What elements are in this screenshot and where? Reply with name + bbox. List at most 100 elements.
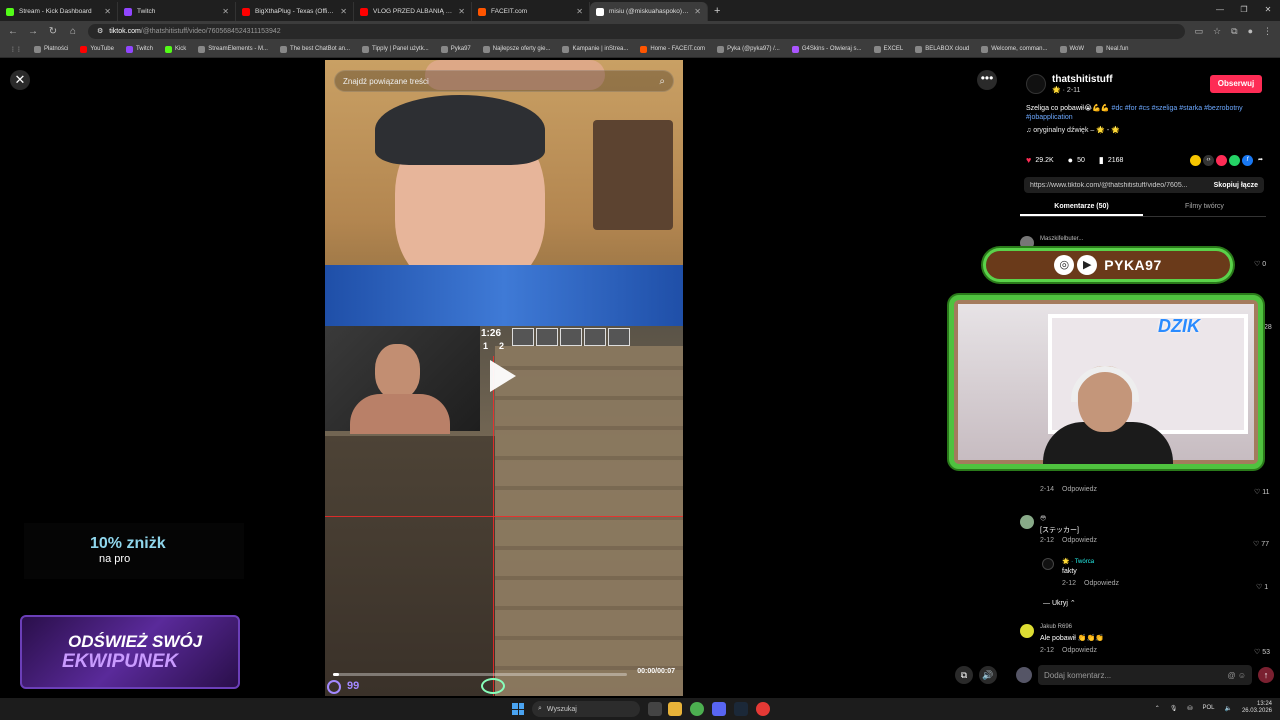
bookmark[interactable]: G4Skins - Otwieraj s... (791, 45, 862, 53)
new-tab-button[interactable]: + (708, 5, 726, 17)
bookmark-star-icon[interactable]: ☆ (1213, 26, 1221, 37)
mic-icon[interactable]: 🎙 (1170, 705, 1178, 712)
windows-start-icon[interactable] (512, 703, 524, 715)
file-explorer-icon[interactable] (668, 702, 682, 716)
close-tab-icon[interactable]: ✕ (576, 7, 583, 16)
emoji-icon[interactable]: ☺ (1238, 671, 1246, 680)
close-tab-icon[interactable]: ✕ (222, 7, 229, 16)
bookmark[interactable]: Welcome, comman... (981, 45, 1048, 53)
bookmark[interactable]: The best ChatBot an... (279, 45, 350, 53)
save-button[interactable]: ▮ 2168 (1099, 155, 1124, 166)
comment-author[interactable]: Jakub R696 (1040, 624, 1072, 630)
like-button[interactable]: ♥ 29.2K (1026, 155, 1054, 165)
steam-icon[interactable] (734, 702, 748, 716)
home-icon[interactable]: ⌂ (68, 26, 78, 37)
video-progress-bar[interactable] (333, 673, 627, 676)
comment-button[interactable]: ● 50 (1068, 155, 1085, 165)
avatar[interactable] (1020, 515, 1034, 529)
bookmark[interactable]: Tipply | Panel użytk... (362, 45, 429, 53)
task-view-icon[interactable] (648, 702, 662, 716)
follow-button[interactable]: Obserwuj (1210, 75, 1262, 93)
bookmark[interactable]: BELABOX cloud (915, 45, 969, 53)
app-icon[interactable] (756, 702, 770, 716)
bookmark[interactable]: Kampanie | inStrea... (562, 45, 628, 53)
forward-icon[interactable]: → (28, 26, 38, 37)
author-name[interactable]: thatshitistuff (1052, 74, 1113, 85)
browser-tab[interactable]: FACEIT.com ✕ (472, 2, 590, 21)
bookmark[interactable]: EXCEL (873, 45, 903, 53)
cast-icon[interactable]: ▭ (1195, 26, 1204, 37)
minimize-icon[interactable]: — (1208, 0, 1232, 21)
browser-tab[interactable]: VLOG PRZED ALBANIĄ | Cały vi ✕ (354, 2, 472, 21)
close-tab-icon[interactable]: ✕ (694, 7, 701, 16)
avatar[interactable] (1020, 624, 1034, 638)
reply-button[interactable]: Odpowiedz (1062, 537, 1097, 544)
hide-replies-button[interactable]: — Ukryj ⌃ (1043, 599, 1076, 607)
reply-button[interactable]: Odpowiedz (1062, 647, 1097, 654)
bookmark[interactable]: Pyka97 (440, 45, 471, 53)
whatsapp-icon[interactable] (1229, 154, 1240, 166)
related-search-input[interactable]: Znajdź powiązane treści ⌕ (334, 70, 674, 92)
speaker-icon[interactable]: 🔈 (1224, 705, 1231, 712)
bookmark[interactable]: YouTube (80, 45, 114, 53)
share-arrow-icon[interactable]: ➦ (1255, 155, 1266, 166)
sound-link[interactable]: ♫ oryginalny dźwięk – 🌟 - 🌟 (1026, 126, 1120, 134)
close-tab-icon[interactable]: ✕ (104, 7, 111, 16)
bookmark[interactable]: Twitch (125, 45, 153, 53)
url-bar[interactable]: ⚙ tiktok.com/@thatshitistuff/video/76056… (88, 23, 1185, 39)
facebook-icon[interactable]: f (1242, 154, 1253, 166)
language-indicator[interactable]: POL (1202, 705, 1214, 711)
copy-link-button[interactable]: Skopiuj łącze (1214, 182, 1258, 189)
tab-comments[interactable]: Komentarze (50) (1020, 199, 1143, 216)
extensions-icon[interactable]: ⧉ (1231, 26, 1237, 37)
site-info-icon[interactable]: ⚙ (97, 27, 103, 35)
apps-icon[interactable]: ⋮⋮ (10, 46, 22, 53)
taskbar-search[interactable]: ⌕ Wyszukaj (532, 701, 640, 717)
mention-icon[interactable]: @ (1227, 671, 1235, 680)
picture-in-picture-icon[interactable]: ⧉ (955, 666, 973, 684)
comment-author[interactable]: Maszkifelbuter... (1040, 236, 1083, 242)
reply-button[interactable]: Odpowiedz (1084, 580, 1119, 587)
bookmark[interactable]: Pyka (@pyka97) /... (717, 45, 780, 53)
bookmark[interactable]: WoW (1059, 45, 1084, 53)
bookmark[interactable]: StreamElements - M... (198, 45, 268, 53)
more-options-button[interactable]: ••• (977, 70, 997, 90)
chrome-icon[interactable] (690, 702, 704, 716)
browser-tab-active[interactable]: misiu (@miskuahaspoko) | TikT ✕ (590, 2, 708, 21)
comment-input[interactable]: Dodaj komentarz... @ ☺ (1038, 665, 1252, 685)
video-player[interactable]: 1:26 1 2 Znajdź powiązane treści ⌕ 99 00… (325, 60, 683, 696)
bookmark[interactable]: Home - FACEIT.com (640, 45, 705, 53)
comment-like[interactable]: ♡ 77 (1253, 540, 1269, 548)
clock[interactable]: 13:24 26.03.2026 (1242, 701, 1272, 715)
browser-tab[interactable]: BigXthaPlug - Texas (Official M ✕ (236, 2, 354, 21)
embed-icon[interactable]: ‹› (1203, 154, 1214, 166)
close-window-icon[interactable]: ✕ (1256, 0, 1280, 21)
share-link[interactable]: https://www.tiktok.com/@thatshitistuff/v… (1030, 182, 1208, 189)
repost-icon[interactable] (1190, 154, 1201, 166)
volume-icon[interactable]: 🔊 (979, 666, 997, 684)
avatar[interactable] (1042, 558, 1054, 570)
bookmark[interactable]: Najlepsze oferty gie... (482, 45, 550, 53)
close-video-button[interactable]: ✕ (10, 70, 30, 90)
bookmark[interactable]: Neal.fun (1096, 45, 1128, 53)
back-icon[interactable]: ← (8, 26, 18, 37)
menu-icon[interactable]: ⋮ (1263, 26, 1272, 37)
discord-icon[interactable] (712, 702, 726, 716)
browser-tab[interactable]: Twitch ✕ (118, 2, 236, 21)
play-icon[interactable] (490, 360, 516, 392)
tab-creator-videos[interactable]: Filmy twórcy (1143, 199, 1266, 216)
send-icon[interactable] (1216, 154, 1227, 166)
bookmark[interactable]: Płatności (34, 45, 68, 53)
reload-icon[interactable]: ↻ (48, 26, 58, 37)
comment-like[interactable]: ♡ 53 (1254, 648, 1270, 656)
profile-icon[interactable]: ● (1248, 26, 1253, 36)
comment-like[interactable]: ♡ 11 (1254, 488, 1270, 496)
bookmark[interactable]: Kick (164, 45, 186, 53)
post-comment-button[interactable]: ↑ (1258, 667, 1274, 683)
network-icon[interactable]: ⛁ (1187, 705, 1192, 712)
search-icon[interactable]: ⌕ (659, 76, 665, 87)
close-tab-icon[interactable]: ✕ (340, 7, 347, 16)
comment-author[interactable]: 😳 (1040, 515, 1046, 522)
comment-author[interactable]: 🌟 · Twórca (1062, 558, 1094, 565)
close-tab-icon[interactable]: ✕ (458, 7, 465, 16)
